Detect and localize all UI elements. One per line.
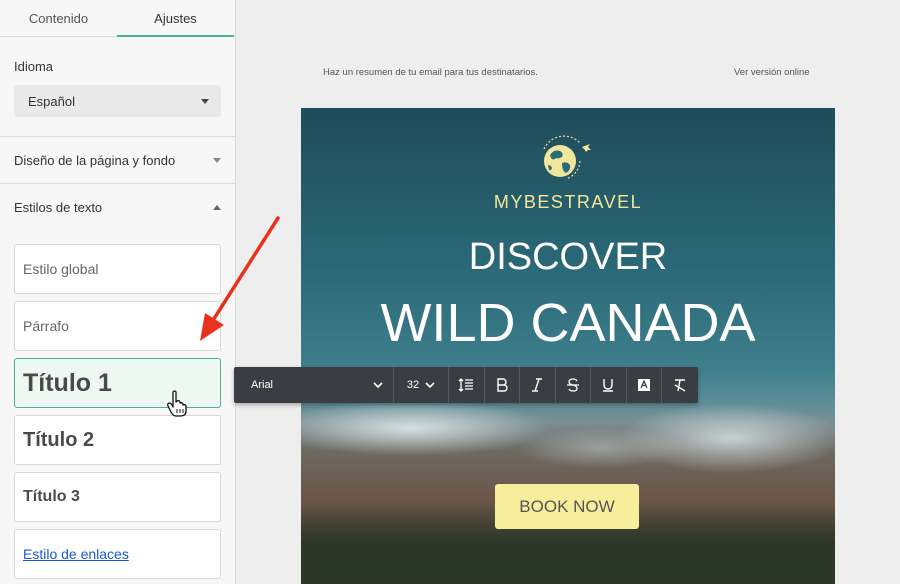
strikethrough-button[interactable] [556, 367, 591, 403]
hero-heading-discover[interactable]: DISCOVER [301, 236, 835, 279]
text-color-button[interactable] [627, 367, 662, 403]
italic-icon [532, 378, 543, 392]
settings-sidebar: Contenido Ajustes Idioma Español Diseño … [0, 0, 236, 584]
font-family-value: Arial [251, 379, 274, 391]
chevron-down-icon [373, 381, 383, 388]
language-select[interactable]: Español [14, 85, 221, 117]
strikethrough-icon [566, 378, 579, 392]
page-design-accordion[interactable]: Diseño de la página y fondo [0, 137, 235, 184]
underline-button[interactable] [591, 367, 627, 403]
sidebar-tabs: Contenido Ajustes [0, 0, 235, 37]
bold-button[interactable] [485, 367, 520, 403]
style-paragraph[interactable]: Párrafo [14, 301, 221, 351]
hand-cursor-icon [167, 390, 187, 417]
clear-format-button[interactable] [662, 367, 698, 403]
text-styles-label: Estilos de texto [14, 200, 103, 215]
font-size-select[interactable]: 32 [394, 367, 449, 403]
chevron-up-icon [213, 205, 221, 210]
text-styles-accordion[interactable]: Estilos de texto [0, 184, 235, 231]
chevron-down-icon [425, 381, 435, 388]
page-design-label: Diseño de la página y fondo [14, 152, 176, 168]
brand-name: MYBESTRAVEL [493, 192, 643, 212]
book-now-button[interactable]: BOOK NOW [495, 484, 639, 529]
style-links[interactable]: Estilo de enlaces [14, 529, 221, 579]
language-value: Español [28, 93, 75, 109]
email-hero: MYBESTRAVEL DISCOVER WILD CANADA BOOK NO… [301, 108, 835, 584]
language-label: Idioma [14, 59, 54, 74]
font-family-select[interactable]: Arial [234, 367, 394, 403]
line-height-icon [458, 378, 474, 392]
text-color-icon [637, 379, 650, 391]
style-heading-3[interactable]: Título 3 [14, 472, 221, 522]
email-preheader: Haz un resumen de tu email para tus dest… [323, 67, 538, 78]
globe-plane-icon [543, 135, 591, 180]
view-online-link[interactable]: Ver versión online [734, 67, 810, 78]
tab-ajustes[interactable]: Ajustes [117, 0, 234, 37]
tab-contenido[interactable]: Contenido [0, 0, 117, 37]
hero-heading-wild-canada[interactable]: WILD CANADA [301, 292, 835, 354]
text-format-toolbar: Arial 32 [234, 367, 698, 403]
italic-button[interactable] [520, 367, 556, 403]
language-section: Idioma Español [0, 37, 235, 137]
underline-icon [603, 379, 614, 392]
style-global[interactable]: Estilo global [14, 244, 221, 294]
bold-icon [497, 378, 508, 392]
font-size-value: 32 [406, 379, 420, 391]
clear-format-icon [674, 379, 686, 392]
line-height-button[interactable] [449, 367, 485, 403]
chevron-down-icon [213, 157, 221, 163]
chevron-down-icon [201, 98, 209, 104]
style-heading-2[interactable]: Título 2 [14, 415, 221, 465]
